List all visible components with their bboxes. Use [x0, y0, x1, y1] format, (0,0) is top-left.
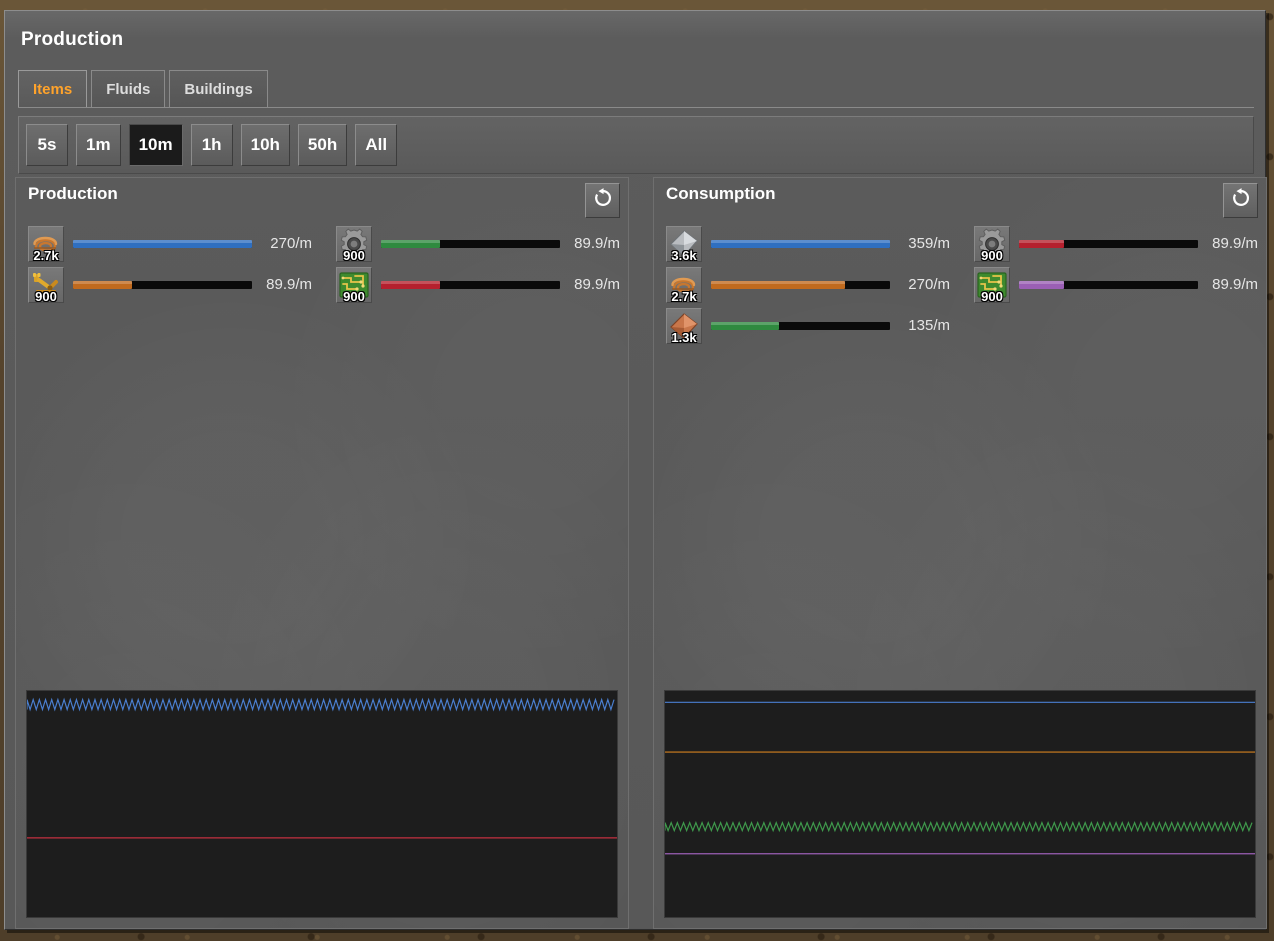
item-rate-bar-fill [381, 280, 441, 289]
item-rate-bar[interactable] [711, 280, 890, 289]
item-row: 2.7k 270/m [666, 264, 950, 305]
item-count: 2.7k [671, 288, 697, 303]
item-row: 900 89.9/m [974, 264, 1258, 305]
item-rate-bar[interactable] [73, 239, 252, 248]
item-row: 3.6k 359/m [666, 223, 950, 264]
consumption-refresh-button[interactable] [1223, 183, 1258, 218]
consumption-panel: Consumption 3.6k 359/m 2.7k 270/m 1.3k 135/… [653, 177, 1267, 929]
production-panel: Production 2.7k 270/m 900 89.9/m 900 89.… [15, 177, 629, 929]
item-rate-bar[interactable] [381, 239, 560, 248]
item-rate-bar[interactable] [1019, 280, 1198, 289]
item-rate-label: 89.9/m [1212, 276, 1258, 293]
consumption-graph[interactable] [664, 690, 1256, 918]
item-row: 1.3k 135/m [666, 305, 950, 346]
item-rate-bar[interactable] [711, 239, 890, 248]
item-row: 900 89.9/m [28, 264, 312, 305]
production-item-button-iron-gear-wheel[interactable]: 900 [336, 225, 372, 262]
tab-label: Fluids [106, 81, 151, 98]
time-range-button-10h[interactable]: 10h [240, 124, 290, 166]
item-count: 900 [35, 288, 57, 303]
consumption-item-button-copper-plate[interactable]: 1.3k [666, 307, 702, 344]
item-rate-bar-fill [73, 280, 133, 289]
tab-items[interactable]: Items [18, 70, 88, 108]
item-row: 2.7k 270/m [28, 223, 312, 264]
item-count: 3.6k [671, 247, 697, 262]
production-panel-header: Production [28, 184, 118, 203]
consumption-graph-canvas [665, 691, 1255, 917]
item-count: 900 [343, 247, 365, 262]
item-rate-bar-fill [73, 239, 252, 248]
item-rate-label: 89.9/m [1212, 235, 1258, 252]
item-count: 900 [981, 247, 1003, 262]
production-item-button-electronic-circuit[interactable]: 900 [336, 266, 372, 303]
item-rate-bar[interactable] [73, 280, 252, 289]
item-rate-bar-fill [711, 239, 890, 248]
item-row: 900 89.9/m [974, 223, 1258, 264]
time-range-button-1h[interactable]: 1h [190, 124, 233, 166]
graph-line-copper-cable [27, 700, 614, 710]
time-range-button-10m[interactable]: 10m [128, 124, 183, 166]
page-title: Production [21, 29, 124, 50]
production-graph[interactable] [26, 690, 618, 918]
item-rate-bar[interactable] [1019, 239, 1198, 248]
item-rate-label: 270/m [270, 235, 312, 252]
refresh-icon [592, 187, 614, 214]
production-item-button-copper-cable[interactable]: 2.7k [28, 225, 64, 262]
tab-label: Items [33, 81, 73, 98]
consumption-items-column-left: 3.6k 359/m 2.7k 270/m 1.3k 135/m [666, 223, 950, 346]
time-range-button-5s[interactable]: 5s [26, 124, 68, 166]
consumption-items-column-right: 900 89.9/m 900 89.9/m [974, 223, 1258, 305]
item-rate-label: 270/m [908, 276, 950, 293]
time-range-button-50h[interactable]: 50h [297, 124, 348, 166]
time-range-label: 5s [37, 135, 57, 154]
item-rate-bar-fill [381, 239, 441, 248]
item-rate-bar-fill [711, 280, 846, 289]
graph-line-copper-plate [665, 823, 1252, 831]
production-statistics-window: Production Items Fluids Buildings 5s 1m 10m 1… [4, 10, 1267, 930]
production-items-column-left: 2.7k 270/m 900 89.9/m [28, 223, 312, 305]
game-background: Production Items Fluids Buildings 5s 1m 10m 1… [0, 0, 1274, 941]
production-items-column-right: 900 89.9/m 900 89.9/m [336, 223, 620, 305]
item-count: 2.7k [33, 247, 59, 262]
item-row: 900 89.9/m [336, 223, 620, 264]
production-item-button-inserter[interactable]: 900 [28, 266, 64, 303]
time-range-label: 10h [250, 135, 280, 154]
item-rate-label: 89.9/m [574, 235, 620, 252]
consumption-item-button-electronic-circuit[interactable]: 900 [974, 266, 1010, 303]
time-range-label: 10m [138, 135, 173, 154]
tab-buildings[interactable]: Buildings [169, 70, 268, 108]
time-range-toolbar: 5s 1m 10m 1h 10h 50h All [18, 116, 1254, 174]
tab-label: Buildings [184, 81, 253, 98]
time-range-label: 1m [86, 135, 111, 154]
production-refresh-button[interactable] [585, 183, 620, 218]
time-range-label: All [365, 135, 388, 154]
consumption-panel-header: Consumption [666, 184, 776, 203]
item-rate-bar-fill [1019, 280, 1064, 289]
time-range-button-1m[interactable]: 1m [76, 124, 121, 166]
item-rate-label: 89.9/m [574, 276, 620, 293]
item-rate-label: 135/m [908, 317, 950, 334]
item-count: 900 [981, 288, 1003, 303]
time-range-label: 1h [201, 135, 222, 154]
tab-bar-divider [18, 107, 1254, 108]
item-rate-bar[interactable] [711, 321, 890, 330]
item-rate-bar-fill [1019, 239, 1064, 248]
time-range-button-all[interactable]: All [355, 124, 398, 166]
item-count: 900 [343, 288, 365, 303]
tab-bar: Items Fluids Buildings [18, 70, 272, 108]
item-rate-label: 89.9/m [266, 276, 312, 293]
refresh-icon [1230, 187, 1252, 214]
production-graph-canvas [27, 691, 617, 917]
consumption-item-button-copper-cable[interactable]: 2.7k [666, 266, 702, 303]
tab-fluids[interactable]: Fluids [91, 70, 166, 108]
item-row: 900 89.9/m [336, 264, 620, 305]
consumption-item-button-iron-plate[interactable]: 3.6k [666, 225, 702, 262]
consumption-item-button-iron-gear-wheel[interactable]: 900 [974, 225, 1010, 262]
item-count: 1.3k [671, 329, 697, 344]
item-rate-label: 359/m [908, 235, 950, 252]
time-range-label: 50h [307, 135, 338, 154]
item-rate-bar[interactable] [381, 280, 560, 289]
item-rate-bar-fill [711, 321, 780, 330]
